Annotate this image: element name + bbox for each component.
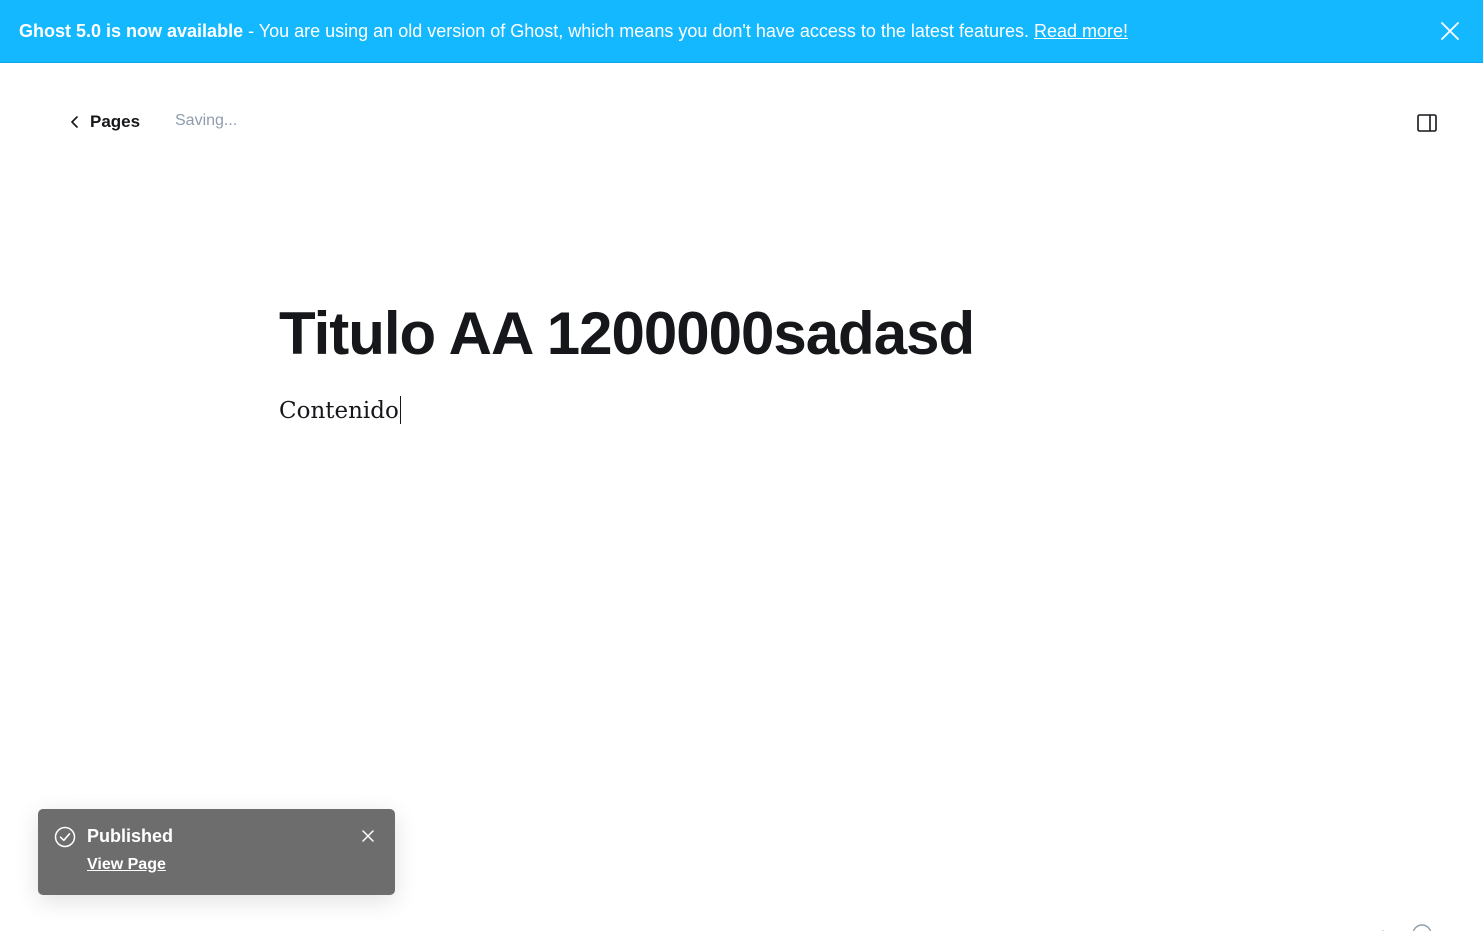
text-caret [399, 396, 401, 424]
banner-headline: Ghost 5.0 is now available [19, 20, 244, 41]
notification-close-button[interactable] [361, 829, 375, 843]
upgrade-banner: Ghost 5.0 is now available - You are usi… [0, 0, 1483, 63]
close-icon [362, 830, 374, 842]
sidebar-panel-icon [1417, 114, 1437, 132]
back-link-label: Pages [90, 112, 141, 131]
back-to-pages-link[interactable]: Pages [68, 109, 140, 135]
banner-read-more-link[interactable]: Read more! [1034, 21, 1128, 42]
banner-close-button[interactable] [1439, 20, 1461, 42]
view-page-link[interactable]: View Page [87, 856, 166, 874]
notification-title: Published [87, 826, 174, 846]
published-notification: Published View Page [38, 809, 395, 895]
post-body-editor[interactable]: Contenido [279, 395, 401, 427]
bottom-right-editor-icons [1373, 924, 1433, 931]
save-status: Saving... [175, 112, 238, 129]
help-icon[interactable] [1373, 924, 1433, 931]
check-circle-icon [54, 826, 76, 848]
banner-message: - You are using an old version of Ghost,… [248, 20, 1029, 41]
post-title-input[interactable]: Titulo AA 1200000sadasd [279, 298, 975, 370]
close-icon [1441, 22, 1459, 40]
post-body-text: Contenido [279, 398, 399, 424]
settings-sidebar-toggle-button[interactable] [1416, 112, 1438, 134]
chevron-left-icon [71, 116, 78, 128]
